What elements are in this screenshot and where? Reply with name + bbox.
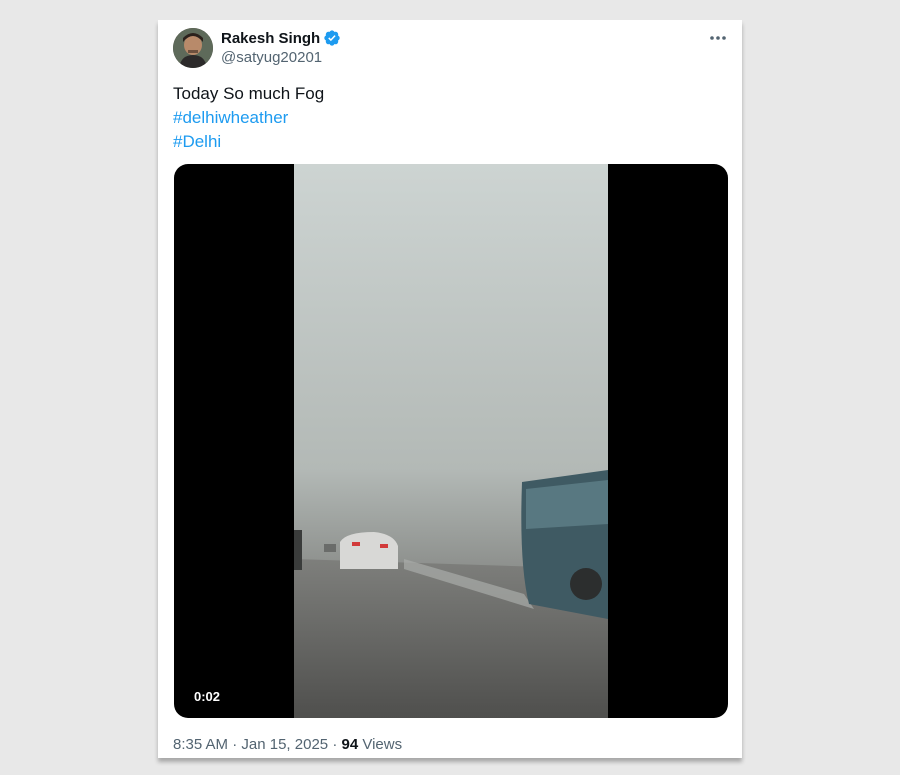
author-row: Rakesh Singh bbox=[221, 28, 341, 48]
video-player[interactable]: 0:02 bbox=[174, 164, 728, 718]
more-options-icon[interactable] bbox=[708, 30, 728, 46]
tweet-meta: 8:35 AM · Jan 15, 2025 · 94 Views bbox=[173, 736, 402, 753]
meta-separator: · bbox=[232, 736, 238, 753]
verified-badge-icon bbox=[324, 30, 340, 46]
tweet-text-line: Today So much Fog bbox=[173, 84, 325, 103]
video-frame bbox=[294, 164, 608, 718]
video-duration: 0:02 bbox=[194, 689, 221, 704]
views-label: Views bbox=[362, 736, 403, 753]
tweet-card: Rakesh Singh @satyug20201 Today So much … bbox=[158, 20, 742, 758]
views-count: 94 bbox=[341, 736, 359, 753]
hashtag-link[interactable]: #delhiwheather bbox=[173, 106, 324, 130]
author-handle[interactable]: @satyug20201 bbox=[221, 49, 322, 66]
tweet-text: Today So much Fog #delhiwheather #Delhi bbox=[173, 82, 324, 154]
tweet-date[interactable]: Jan 15, 2025 bbox=[241, 736, 328, 753]
author-name[interactable]: Rakesh Singh bbox=[221, 30, 320, 47]
avatar[interactable] bbox=[173, 28, 213, 68]
hashtag-link[interactable]: #Delhi bbox=[173, 130, 324, 154]
meta-separator: · bbox=[332, 736, 338, 753]
tweet-time[interactable]: 8:35 AM bbox=[173, 736, 228, 753]
